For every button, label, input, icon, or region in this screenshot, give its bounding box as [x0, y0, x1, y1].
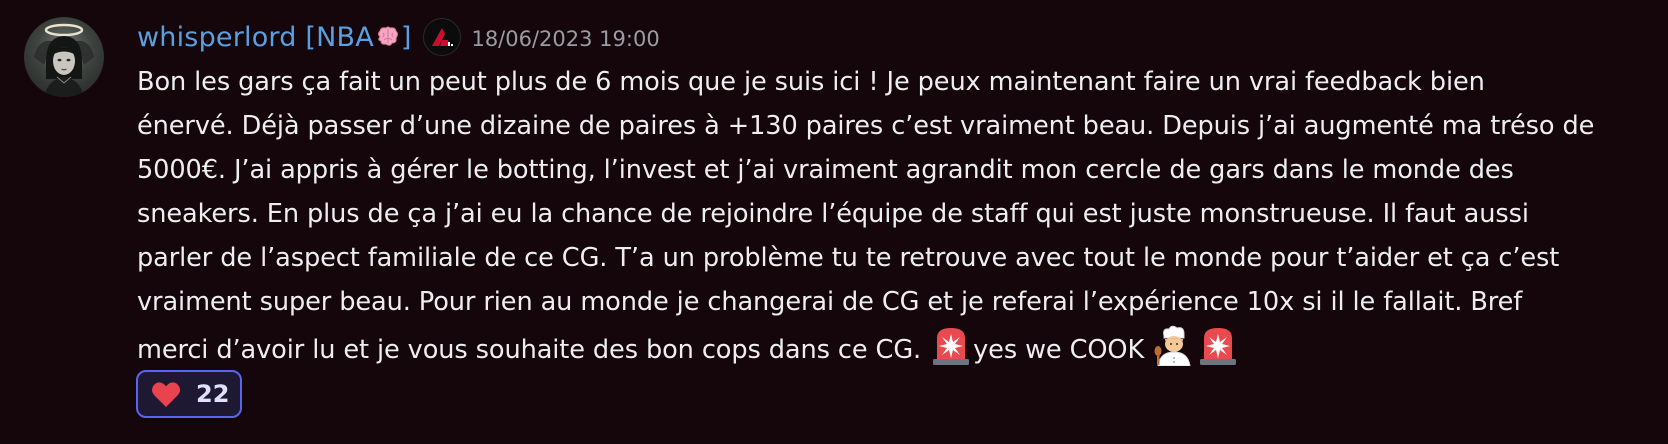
message-line: énervé. Déjà passer d’une dizaine de pai…	[137, 111, 1595, 141]
user-avatar[interactable]	[24, 17, 104, 97]
rotating-light-emoji	[929, 324, 973, 366]
chat-message: whisperlord [NBA ] 18/06/2023 19:00 Bon …	[0, 0, 1668, 444]
message-line: Bon les gars ça fait un peut plus de 6 m…	[137, 67, 1485, 97]
message-line: 5000€. J’ai appris à gérer le botting, l…	[137, 155, 1514, 185]
message-text: merci d’avoir lu et je vous souhaite des…	[137, 335, 930, 365]
message-text: yes we COOK	[973, 335, 1153, 365]
username-suffix[interactable]: ]	[401, 22, 412, 53]
reaction-count: 22	[196, 380, 230, 408]
cook-emoji	[1152, 324, 1196, 367]
role-badge-icon[interactable]	[423, 18, 462, 56]
avatar-image	[34, 23, 94, 97]
message-content: Bon les gars ça fait un peut plus de 6 m…	[137, 60, 1647, 368]
reaction-button[interactable]: 22	[136, 370, 242, 418]
message-line: vraiment super beau. Pour rien au monde …	[137, 287, 1523, 317]
heart-icon	[151, 381, 181, 407]
username[interactable]: whisperlord [NBA	[137, 22, 374, 53]
message-timestamp: 18/06/2023 19:00	[471, 26, 660, 51]
message-header: whisperlord [NBA ] 18/06/2023 19:00	[137, 14, 660, 60]
rotating-light-emoji	[1196, 324, 1240, 366]
message-line: sneakers. En plus de ça j’ai eu la chanc…	[137, 199, 1529, 229]
message-last-line: merci d’avoir lu et je vous souhaite des…	[137, 324, 1647, 368]
brain-emoji	[376, 26, 400, 48]
message-line: parler de l’aspect familiale de ce CG. T…	[137, 243, 1560, 273]
